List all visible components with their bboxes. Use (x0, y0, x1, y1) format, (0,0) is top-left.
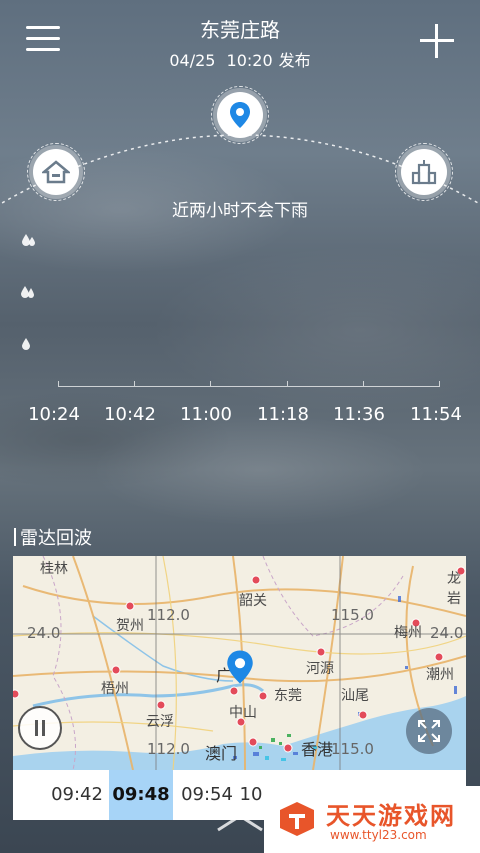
raindrop-icon (21, 286, 34, 298)
map-label: 梧州 (101, 681, 129, 697)
map-label: 韶关 (239, 593, 267, 609)
time-tick: 11:00 (180, 404, 232, 425)
time-tick: 11:18 (257, 404, 309, 425)
watermark: 天天游戏网 www.ttyl23.com (264, 786, 480, 853)
home-icon[interactable] (27, 143, 85, 201)
expand-icon[interactable] (406, 708, 452, 754)
pause-icon[interactable] (18, 706, 62, 750)
location-title: 东莞庄路 (200, 18, 280, 42)
grid-label: 24.0 (430, 624, 464, 642)
raindrop-icon (22, 338, 30, 350)
map-label: 云浮 (146, 714, 174, 730)
header: 东莞庄路 04/25 10:20 发布 (0, 0, 480, 80)
map-label: 香港 (301, 740, 334, 759)
publish-suffix: 发布 (278, 51, 311, 70)
map-label: 中山 (229, 705, 257, 721)
time-tick: 11:36 (333, 404, 385, 425)
watermark-logo-icon (280, 802, 314, 836)
map-label: 贺州 (116, 618, 144, 634)
grid-label: 24.0 (27, 624, 61, 642)
grid-label: 115.0 (331, 740, 374, 758)
watermark-name: 天天游戏网 (326, 802, 456, 830)
grid-label: 112.0 (147, 606, 190, 624)
building-icon[interactable] (395, 143, 453, 201)
map-label: 潮州 (426, 667, 454, 683)
timeline-item[interactable]: 09:42 (45, 770, 109, 820)
location-pin-icon (227, 650, 253, 684)
publish-time: 04/25 10:20 发布 (0, 47, 480, 71)
chevron-up-icon[interactable] (210, 808, 270, 838)
map-label: 河源 (306, 661, 334, 677)
map-label: 澳门 (205, 744, 238, 763)
location-pin-icon[interactable] (211, 86, 269, 144)
radar-map[interactable]: 桂林 韶关 贺州 梧州 云浮 广 中山 东莞 河源 梅州 潮州 龙岩 汕尾 澳门… (13, 556, 466, 770)
publish-date: 04/25 (169, 51, 216, 70)
publish-clock: 10:20 (226, 51, 273, 70)
plus-icon[interactable] (420, 24, 454, 58)
watermark-url: www.ttyl23.com (330, 828, 427, 842)
map-label: 龙岩 (447, 571, 461, 607)
map-label: 桂林 (40, 561, 68, 577)
grid-label: 115.0 (331, 606, 374, 624)
rain-forecast: 近两小时不会下雨 (172, 201, 308, 221)
grid-label: 112.0 (147, 740, 190, 758)
time-tick: 11:54 (410, 404, 462, 425)
map-label: 东莞 (274, 688, 302, 704)
timeline-item-active[interactable]: 09:48 (109, 770, 173, 820)
radar-section-title: 雷达回波 (14, 524, 92, 550)
map-label: 汕尾 (341, 688, 369, 704)
time-tick: 10:42 (104, 404, 156, 425)
raindrop-icon (22, 234, 35, 246)
map-label: 梅州 (394, 625, 422, 641)
time-tick: 10:24 (28, 404, 80, 425)
time-axis (58, 381, 440, 387)
